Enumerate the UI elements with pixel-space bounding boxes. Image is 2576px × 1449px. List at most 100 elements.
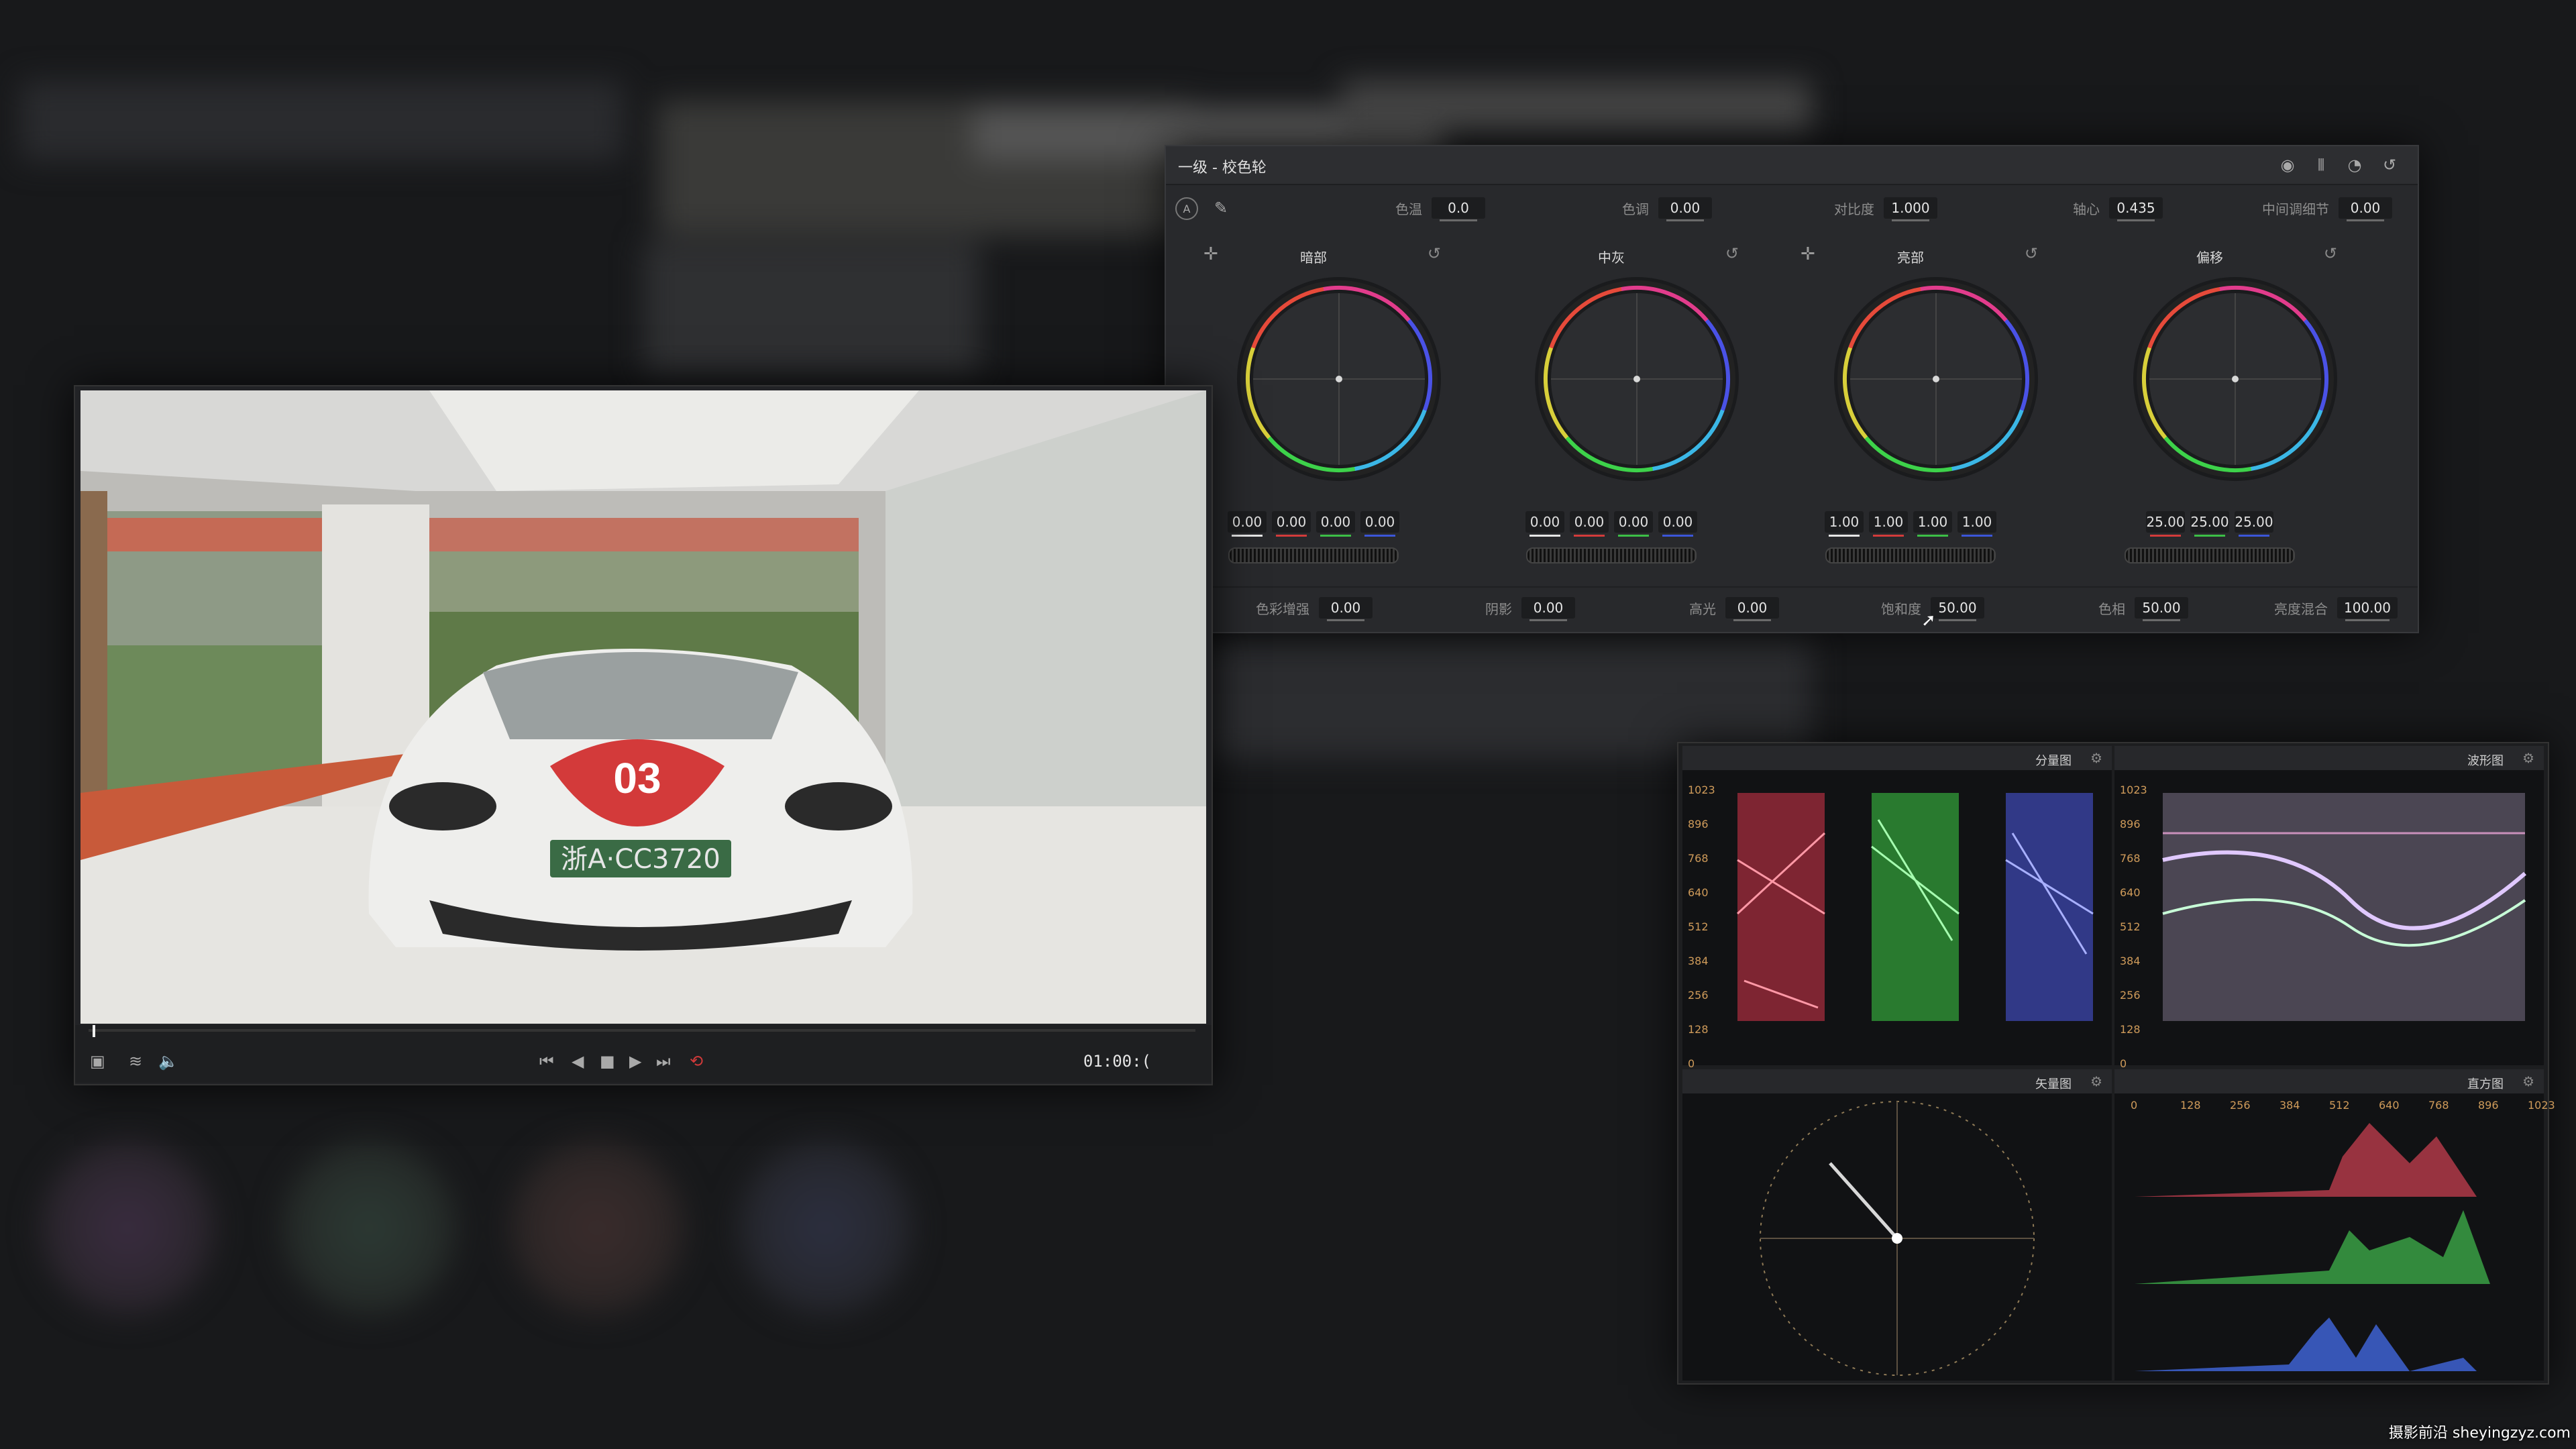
viewer-mode-icon[interactable]: ▣ [90, 1052, 105, 1071]
stop-icon[interactable]: ■ [600, 1052, 615, 1071]
wheel-value-g[interactable]: 0.00 [1316, 511, 1355, 537]
layers-icon[interactable]: ≋ [129, 1052, 142, 1071]
license-plate: 浙A·CC3720 [561, 844, 720, 875]
transport-bar: ▣ ≋ 🔈 ⏮ ◀ ■ ▶ ⏭ ⟲ 01:00:( [75, 1025, 1212, 1083]
volume-icon[interactable]: 🔈 [158, 1052, 178, 1071]
top-params-row: A ✎ 色温 0.0 色调 0.00 对比度 1.000 轴心 0.435 中间调细节 0… [1166, 188, 2418, 231]
param-contrast[interactable]: 对比度 1.000 [1834, 197, 1937, 221]
wheel-value-b[interactable]: 25.00 [2235, 511, 2273, 537]
axis-tick-label: 1023 [2120, 784, 2147, 796]
reset-icon[interactable]: ↺ [1725, 244, 1739, 263]
timeline-scrubber[interactable] [89, 1029, 1195, 1032]
wheel-value-g[interactable]: 0.00 [1614, 511, 1653, 537]
reset-icon[interactable]: ↺ [2324, 244, 2337, 263]
color-wheel[interactable] [2131, 275, 2339, 483]
reset-all-icon[interactable]: ↺ [2377, 153, 2402, 177]
axis-tick-label: 640 [2379, 1099, 2400, 1112]
skip-to-end-icon[interactable]: ⏭ [656, 1052, 671, 1071]
axis-tick-label: 128 [2120, 1023, 2141, 1036]
axis-tick-label: 640 [1688, 886, 1709, 899]
vectorscope: 矢量图 ⚙ [1682, 1069, 2112, 1381]
wheel-value-g[interactable]: 1.00 [1913, 511, 1952, 537]
axis-tick-label: 128 [1688, 1023, 1709, 1036]
bars-mode-icon[interactable]: ⦀ [2309, 153, 2333, 177]
auto-balance-icon[interactable]: A [1175, 197, 1198, 220]
scopes-panel: 分量图 ⚙ 1023 896 768 640 512 384 256 128 0 波形图 ⚙ 102… [1677, 742, 2555, 1385]
axis-tick-label: 512 [2329, 1099, 2350, 1112]
wheel-value-y[interactable]: 0.00 [1525, 511, 1564, 537]
scope-name[interactable]: 直方图 [2467, 1075, 2504, 1092]
wheel-value-y[interactable]: 1.00 [1825, 511, 1864, 537]
scope-name[interactable]: 波形图 [2467, 751, 2504, 769]
param-luma-mix[interactable]: 亮度混合 100.00 [2274, 597, 2398, 621]
axis-tick-label: 384 [2279, 1099, 2300, 1112]
param-color-boost[interactable]: 色彩增强 0.00 [1256, 597, 1373, 621]
color-wheel[interactable] [1533, 275, 1741, 483]
settings-icon[interactable]: ⚙ [2090, 1073, 2102, 1089]
scope-name[interactable]: 矢量图 [2035, 1075, 2072, 1092]
primaries-color-wheels-panel: 一级 - 校色轮 ◉ ⦀ ◔ ↺ A ✎ 色温 0.0 色调 0.00 对比度 1.0… [1165, 145, 2419, 633]
bottom-params-row: 色彩增强 0.00 阴影 0.00 高光 0.00 饱和度 50.00 色相 50.00 … [1166, 586, 2418, 631]
color-wheel[interactable] [1832, 275, 2040, 483]
log-mode-icon[interactable]: ◔ [2343, 153, 2367, 177]
loop-icon[interactable]: ⟲ [690, 1052, 703, 1071]
param-midtone-detail[interactable]: 中间调细节 0.00 [2262, 197, 2392, 221]
param-tint[interactable]: 色调 0.00 [1622, 197, 1712, 221]
master-wheel-slider[interactable] [1228, 547, 1399, 564]
vectorscope-graticule [1760, 1101, 2035, 1376]
axis-tick-label: 512 [1688, 920, 1709, 933]
picker-icon[interactable]: ✎ [1209, 196, 1233, 220]
param-pivot[interactable]: 轴心 0.435 [2073, 197, 2163, 221]
scope-name[interactable]: 分量图 [2035, 751, 2072, 769]
settings-icon[interactable]: ⚙ [2090, 750, 2102, 766]
param-highlights[interactable]: 高光 0.00 [1689, 597, 1779, 621]
wheel-value-g[interactable]: 25.00 [2190, 511, 2229, 537]
wheel-value-r[interactable]: 25.00 [2146, 511, 2185, 537]
wheel-value-r[interactable]: 1.00 [1869, 511, 1908, 537]
wheel-title: 亮部 [1897, 250, 1924, 266]
color-wheel[interactable] [1235, 275, 1443, 483]
watermark: 摄影前沿 sheyingzyz.com [2388, 1425, 2571, 1442]
playhead[interactable] [93, 1025, 95, 1037]
master-wheel-slider[interactable] [1526, 547, 1697, 564]
master-wheel-slider[interactable] [1825, 547, 1996, 564]
step-back-icon[interactable]: ◀ [572, 1052, 584, 1071]
settings-icon[interactable]: ⚙ [2522, 1073, 2534, 1089]
settings-icon[interactable]: ⚙ [2522, 750, 2534, 766]
master-wheel-slider[interactable] [2125, 547, 2295, 564]
wheel-title: 暗部 [1300, 250, 1327, 266]
wheel-value-r[interactable]: 0.00 [1570, 511, 1609, 537]
axis-tick-label: 768 [1688, 852, 1709, 865]
video-frame: 03 浙A·CC3720 [80, 390, 1206, 1024]
panel-titlebar: 一级 - 校色轮 ◉ ⦀ ◔ ↺ [1166, 146, 2418, 185]
axis-tick-label: 1023 [1688, 784, 1715, 796]
wheel-value-b[interactable]: 0.00 [1658, 511, 1697, 537]
param-hue[interactable]: 色相 50.00 [2098, 597, 2188, 621]
mouse-cursor-icon: ➚ [1921, 610, 1936, 631]
wheel-title: 偏移 [2196, 250, 2223, 266]
axis-tick-label: 512 [2120, 920, 2141, 933]
param-shadows[interactable]: 阴影 0.00 [1485, 597, 1575, 621]
wheels-mode-icon[interactable]: ◉ [2275, 153, 2300, 177]
wheel-value-b[interactable]: 0.00 [1360, 511, 1399, 537]
param-temperature[interactable]: 色温 0.0 [1395, 197, 1485, 221]
axis-tick-label: 0 [2131, 1099, 2138, 1112]
play-icon[interactable]: ▶ [629, 1052, 641, 1071]
reset-icon[interactable]: ↺ [2025, 244, 2038, 263]
axis-tick-label: 768 [2120, 852, 2141, 865]
histogram-trace [2135, 1123, 2490, 1371]
axis-tick-label: 640 [2120, 886, 2141, 899]
wheel-value-y[interactable]: 0.00 [1228, 511, 1267, 537]
waveform-scope: 波形图 ⚙ 1023 896 768 640 512 384 256 128 0 [2114, 746, 2544, 1070]
axis-tick-label: 1023 [2528, 1099, 2555, 1112]
skip-to-start-icon[interactable]: ⏮ [539, 1052, 554, 1071]
wheel-gain[interactable]: ✛ 亮部 ↺ 1.00 1.00 1.00 1.00 [1763, 240, 2058, 564]
wheel-value-b[interactable]: 1.00 [1957, 511, 1996, 537]
axis-tick-label: 0 [2120, 1057, 2127, 1070]
reset-icon[interactable]: ↺ [1428, 244, 1441, 263]
axis-tick-label: 256 [2230, 1099, 2251, 1112]
wheel-value-r[interactable]: 0.00 [1272, 511, 1311, 537]
wheel-offset[interactable]: 偏移 ↺ 25.00 25.00 25.00 [2062, 240, 2357, 564]
wheel-gamma[interactable]: 中灰 ↺ 0.00 0.00 0.00 0.00 [1464, 240, 1759, 564]
axis-tick-label: 384 [2120, 955, 2141, 967]
